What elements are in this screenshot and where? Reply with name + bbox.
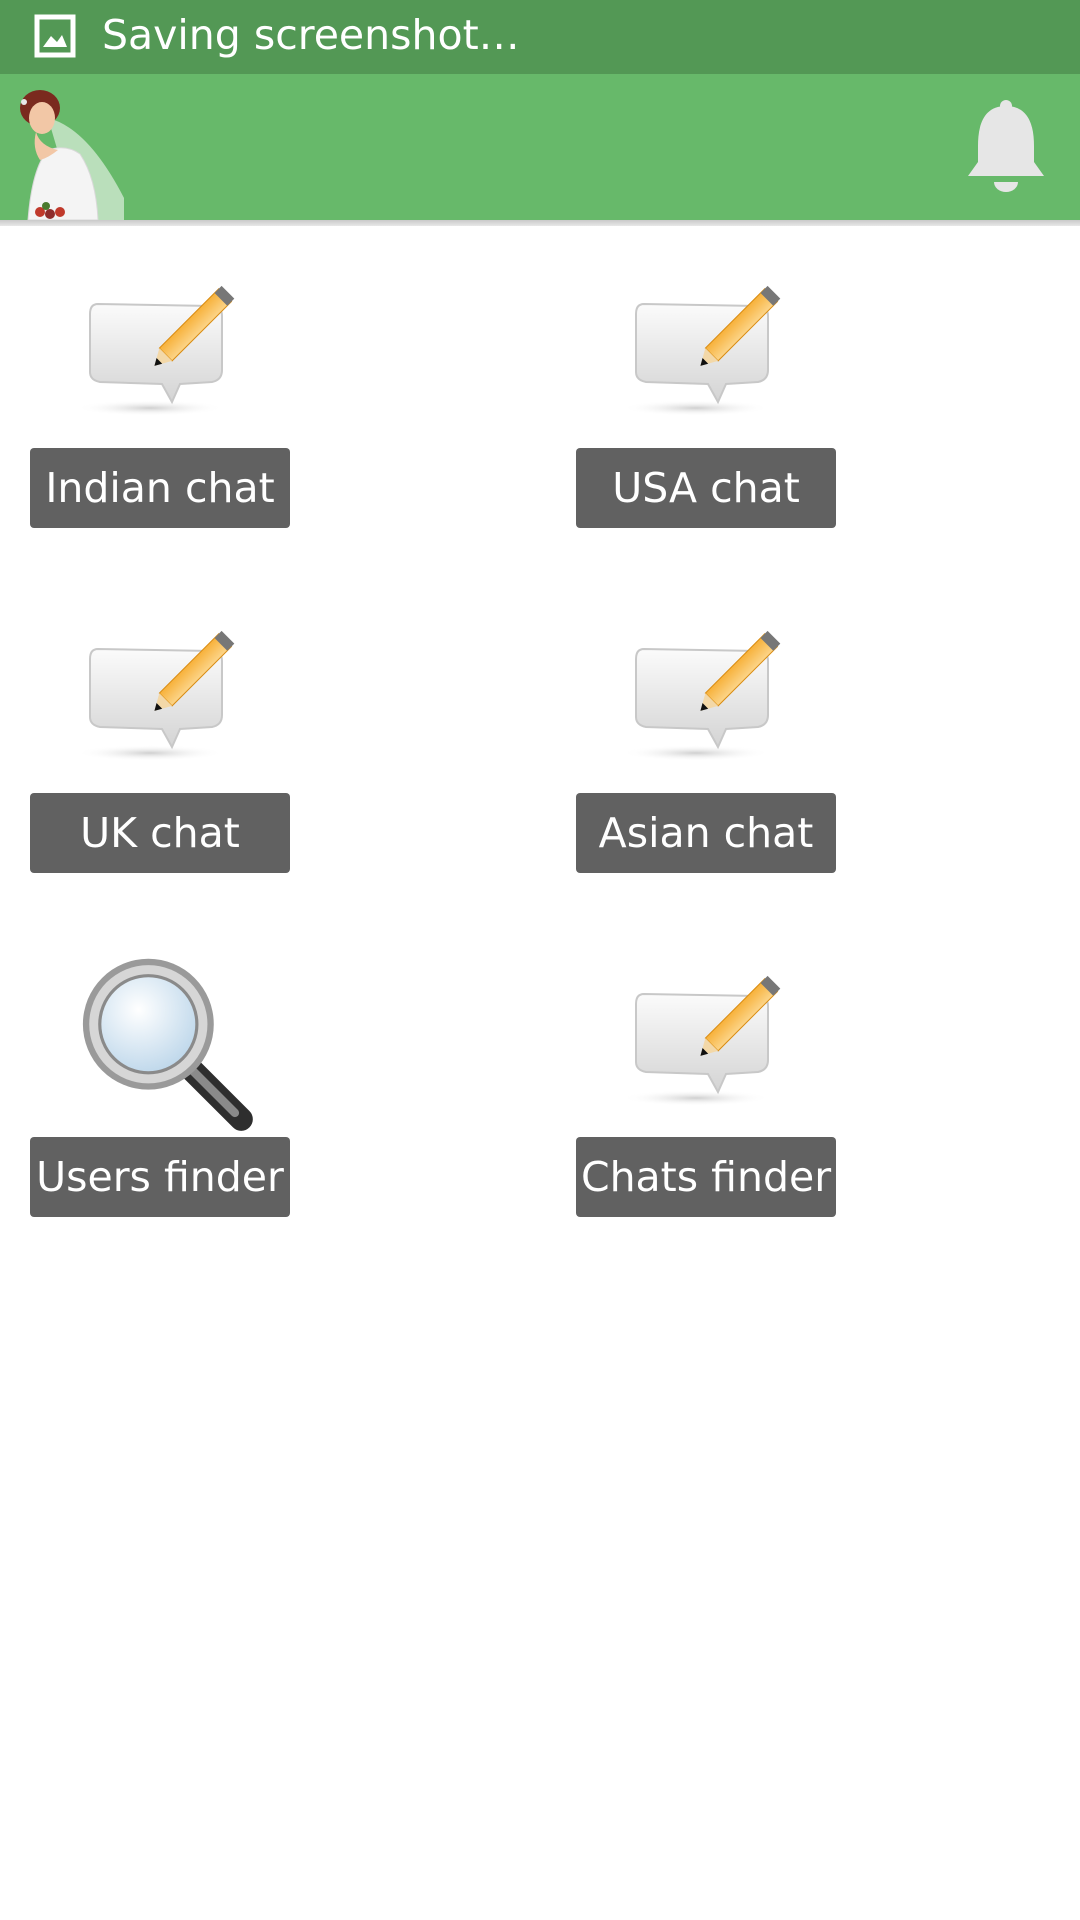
status-text: Saving screenshot… [102,11,520,59]
usa-chat-button[interactable]: USA chat [576,448,836,528]
tile-chats-finder[interactable]: Chats finder [576,958,836,1218]
tile-uk-chat[interactable]: UK chat [30,613,290,873]
asian-chat-button[interactable]: Asian chat [576,793,836,873]
tile-usa-chat[interactable]: USA chat [576,268,836,528]
magnifier-icon[interactable] [66,944,256,1134]
indian-chat-button[interactable]: Indian chat [30,448,290,528]
tile-users-finder[interactable]: Users finder [30,944,290,1218]
chat-edit-icon[interactable] [618,958,798,1118]
bride-avatar[interactable] [18,88,126,220]
chat-edit-icon[interactable] [618,268,798,428]
app-bar-shadow [0,220,1080,226]
chat-edit-icon[interactable] [618,613,798,773]
chat-edit-icon[interactable] [72,268,252,428]
app-bar [0,74,1080,220]
status-bar: Saving screenshot… [0,0,1080,74]
tile-asian-chat[interactable]: Asian chat [576,613,836,873]
users-finder-button[interactable]: Users finder [30,1137,290,1217]
tile-indian-chat[interactable]: Indian chat [30,268,290,528]
bell-icon[interactable] [964,98,1048,194]
uk-chat-button[interactable]: UK chat [30,793,290,873]
image-icon [34,14,76,58]
chats-finder-button[interactable]: Chats finder [576,1137,836,1217]
chat-edit-icon[interactable] [72,613,252,773]
